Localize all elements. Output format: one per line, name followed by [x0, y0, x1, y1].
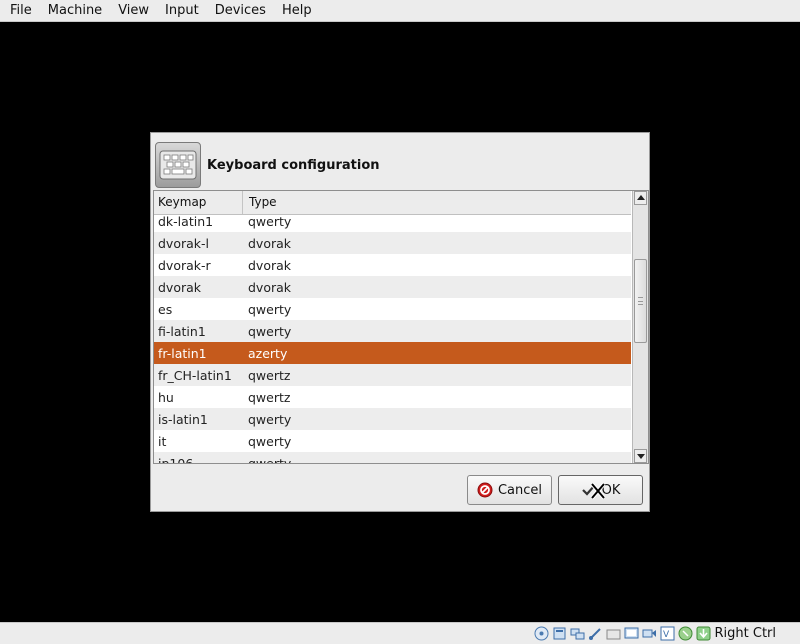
network-icon[interactable]	[570, 626, 585, 641]
keymap-cell: es	[158, 301, 173, 317]
keymap-cell: hu	[158, 389, 174, 405]
type-cell: azerty	[248, 345, 288, 361]
cancel-icon	[477, 482, 493, 498]
type-cell: dvorak	[248, 279, 292, 295]
keymap-cell: it	[158, 433, 167, 449]
download-icon[interactable]	[696, 626, 711, 641]
type-cell: qwerty	[248, 215, 292, 229]
list-row[interactable]: es qwerty	[154, 298, 631, 320]
arrow-down-icon	[636, 454, 645, 459]
list-row[interactable]: is-latin1 qwerty	[154, 408, 631, 430]
cancel-button[interactable]: Cancel	[467, 475, 552, 505]
type-cell: dvorak	[248, 235, 292, 251]
list-row[interactable]: dvorak-r dvorak	[154, 254, 631, 276]
keymap-cell: is-latin1	[158, 411, 208, 427]
virtualization-icon[interactable]: V	[660, 626, 675, 641]
column-header-type[interactable]: Type	[243, 191, 543, 214]
list-body[interactable]: dk-latin1 qwerty dvorak-l dvorak dvorak-r dvo…	[154, 215, 631, 463]
list-row[interactable]: jp106 qwerty	[154, 452, 631, 463]
keyboard-icon	[155, 142, 201, 188]
scroll-down-button[interactable]	[634, 449, 647, 463]
keyboard-configuration-dialog: Keyboard configuration Keymap Type dk-la…	[150, 132, 650, 512]
list-header: Keymap Type	[154, 191, 631, 215]
type-cell: qwertz	[248, 367, 291, 383]
list-row[interactable]: hu qwertz	[154, 386, 631, 408]
list-row[interactable]: fr-latin1 azerty	[154, 342, 631, 364]
list-row[interactable]: dvorak dvorak	[154, 276, 631, 298]
keymap-cell: fi-latin1	[158, 323, 206, 339]
keymap-cell: fr_CH-latin1	[158, 367, 232, 383]
cancel-label: Cancel	[497, 482, 543, 498]
keymap-cell: jp106	[158, 455, 194, 464]
ok-label: OK	[601, 482, 621, 498]
list-row[interactable]: it qwerty	[154, 430, 631, 452]
menu-view[interactable]: View	[110, 0, 157, 22]
status-bar: V Right Ctrl	[0, 622, 800, 644]
disk-icon[interactable]	[534, 626, 549, 641]
video-capture-icon[interactable]	[642, 626, 657, 641]
ok-button[interactable]: OK	[558, 475, 643, 505]
menu-help[interactable]: Help	[274, 0, 320, 22]
optical-drive-icon[interactable]	[552, 626, 567, 641]
type-cell: qwertz	[248, 389, 291, 405]
type-cell: qwerty	[248, 323, 292, 339]
menu-devices[interactable]: Devices	[207, 0, 274, 22]
usb-icon[interactable]	[588, 626, 603, 641]
type-cell: qwerty	[248, 411, 292, 427]
list-row[interactable]: dk-latin1 qwerty	[154, 215, 631, 232]
type-cell: qwerty	[248, 301, 292, 317]
menu-file[interactable]: File	[2, 0, 40, 22]
keymap-cell: dvorak-l	[158, 235, 210, 251]
type-cell: dvorak	[248, 257, 292, 273]
checkmark-icon	[581, 482, 597, 498]
list-row[interactable]: dvorak-l dvorak	[154, 232, 631, 254]
keymap-cell: dvorak-r	[158, 257, 211, 273]
list-row[interactable]: fr_CH-latin1 qwertz	[154, 364, 631, 386]
type-cell: qwerty	[248, 433, 292, 449]
shared-folder-icon[interactable]	[606, 626, 621, 641]
column-header-keymap[interactable]: Keymap	[154, 191, 243, 214]
vertical-scrollbar[interactable]	[632, 191, 648, 463]
keymap-cell: dk-latin1	[158, 215, 214, 229]
mouse-integration-icon[interactable]	[678, 626, 693, 641]
keymap-cell: dvorak	[158, 279, 202, 295]
list-row[interactable]: fi-latin1 qwerty	[154, 320, 631, 342]
menu-input[interactable]: Input	[157, 0, 207, 22]
dialog-header: Keyboard configuration	[155, 141, 380, 189]
svg-text:V: V	[663, 630, 670, 640]
type-cell: qwerty	[248, 455, 292, 464]
arrow-up-icon	[636, 195, 645, 200]
dialog-title: Keyboard configuration	[207, 157, 380, 173]
keymap-cell: fr-latin1	[158, 345, 207, 361]
scroll-up-button[interactable]	[634, 191, 647, 205]
menu-machine[interactable]: Machine	[40, 0, 110, 22]
display-icon[interactable]	[624, 626, 639, 641]
keymap-list: Keymap Type dk-latin1 qwerty dvorak-l dvora…	[153, 190, 649, 464]
scroll-thumb[interactable]	[634, 259, 647, 343]
menu-bar: File Machine View Input Devices Help	[0, 0, 800, 22]
host-key-label: Right Ctrl	[714, 626, 777, 641]
